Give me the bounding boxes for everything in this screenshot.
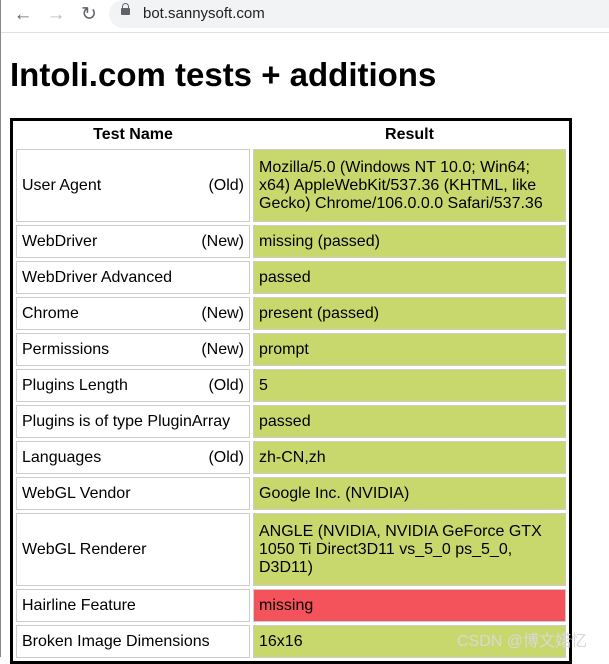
- arrow-left-icon[interactable]: ←: [11, 4, 35, 26]
- header-test-name: Test Name: [93, 126, 173, 143]
- watermark: CSDN @博文婼忆: [457, 633, 588, 650]
- table-row: WebGL Renderer ANGLE (NVIDIA, NVIDIA GeFo…: [16, 513, 566, 586]
- results-table: Test Name Result User Agent (Old) Mozilla/…: [10, 118, 572, 664]
- test-tag: (New): [201, 340, 244, 358]
- result-cell: Google Inc. (NVIDIA): [253, 477, 566, 510]
- result-cell: present (passed): [253, 297, 566, 330]
- test-name-cell: WebDriver Advanced: [16, 261, 250, 294]
- test-name: Chrome: [22, 304, 79, 322]
- arrow-right-icon[interactable]: →: [44, 4, 68, 26]
- test-tag: (Old): [208, 448, 244, 466]
- reload-icon[interactable]: ↻: [77, 4, 101, 26]
- table-row: User Agent (Old) Mozilla/5.0 (Windows NT 1…: [16, 149, 566, 222]
- test-name: WebDriver: [22, 232, 98, 250]
- table-row: Chrome (New) present (passed): [16, 297, 566, 330]
- result-cell: passed: [253, 405, 566, 438]
- table-row: WebDriver (New) missing (passed): [16, 225, 566, 258]
- test-name: Languages: [22, 448, 102, 466]
- test-name: Hairline Feature: [22, 596, 136, 614]
- header-result: Result: [385, 126, 434, 143]
- table-row: WebGL Vendor Google Inc. (NVIDIA): [16, 477, 566, 510]
- result-cell: Mozilla/5.0 (Windows NT 10.0; Win64; x64…: [253, 149, 566, 222]
- test-name: Plugins Length: [22, 376, 128, 394]
- result-cell: missing (passed): [253, 225, 566, 258]
- result-cell: zh-CN,zh: [253, 441, 566, 474]
- test-name-cell: Plugins is of type PluginArray: [16, 405, 250, 438]
- table-row: Permissions (New) prompt: [16, 333, 566, 366]
- test-name: WebGL Renderer: [22, 540, 147, 558]
- test-name: Broken Image Dimensions: [22, 632, 210, 650]
- test-name: WebGL Vendor: [22, 484, 131, 502]
- test-name-cell: Hairline Feature: [16, 589, 250, 622]
- test-tag: (Old): [208, 176, 244, 194]
- result-cell: prompt: [253, 333, 566, 366]
- browser-toolbar: ← → ↻ bot.sannysoft.com: [1, 0, 609, 33]
- test-tag: (New): [201, 232, 244, 250]
- test-name-cell: WebGL Renderer: [16, 513, 250, 586]
- test-name: Plugins is of type PluginArray: [22, 412, 231, 430]
- result-cell: passed: [253, 261, 566, 294]
- test-tag: (New): [201, 304, 244, 322]
- test-name-cell: WebGL Vendor: [16, 477, 250, 510]
- table-row: Plugins Length (Old) 5: [16, 369, 566, 402]
- test-name-cell: Plugins Length (Old): [16, 369, 250, 402]
- test-name-cell: WebDriver (New): [16, 225, 250, 258]
- test-name-cell: Permissions (New): [16, 333, 250, 366]
- test-tag: (Old): [208, 376, 244, 394]
- page-title: Intoli.com tests + additions: [10, 56, 437, 93]
- table-row: Plugins is of type PluginArray passed: [16, 405, 566, 438]
- result-cell: 5: [253, 369, 566, 402]
- result-cell: missing: [253, 589, 566, 622]
- test-name-cell: Chrome (New): [16, 297, 250, 330]
- test-name: User Agent: [22, 176, 102, 194]
- table-row: Hairline Feature missing: [16, 589, 566, 622]
- table-row: Languages (Old) zh-CN,zh: [16, 441, 566, 474]
- test-name-cell: User Agent (Old): [16, 149, 250, 222]
- url-text: bot.sannysoft.com: [143, 5, 265, 22]
- test-name-cell: Languages (Old): [16, 441, 250, 474]
- result-cell: ANGLE (NVIDIA, NVIDIA GeForce GTX 1050 T…: [253, 513, 566, 586]
- test-name-cell: Broken Image Dimensions: [16, 625, 250, 658]
- test-name: Permissions: [22, 340, 110, 358]
- lock-icon[interactable]: [121, 3, 130, 15]
- table-row: WebDriver Advanced passed: [16, 261, 566, 294]
- address-bar[interactable]: bot.sannysoft.com: [109, 0, 609, 28]
- test-name: WebDriver Advanced: [22, 268, 172, 286]
